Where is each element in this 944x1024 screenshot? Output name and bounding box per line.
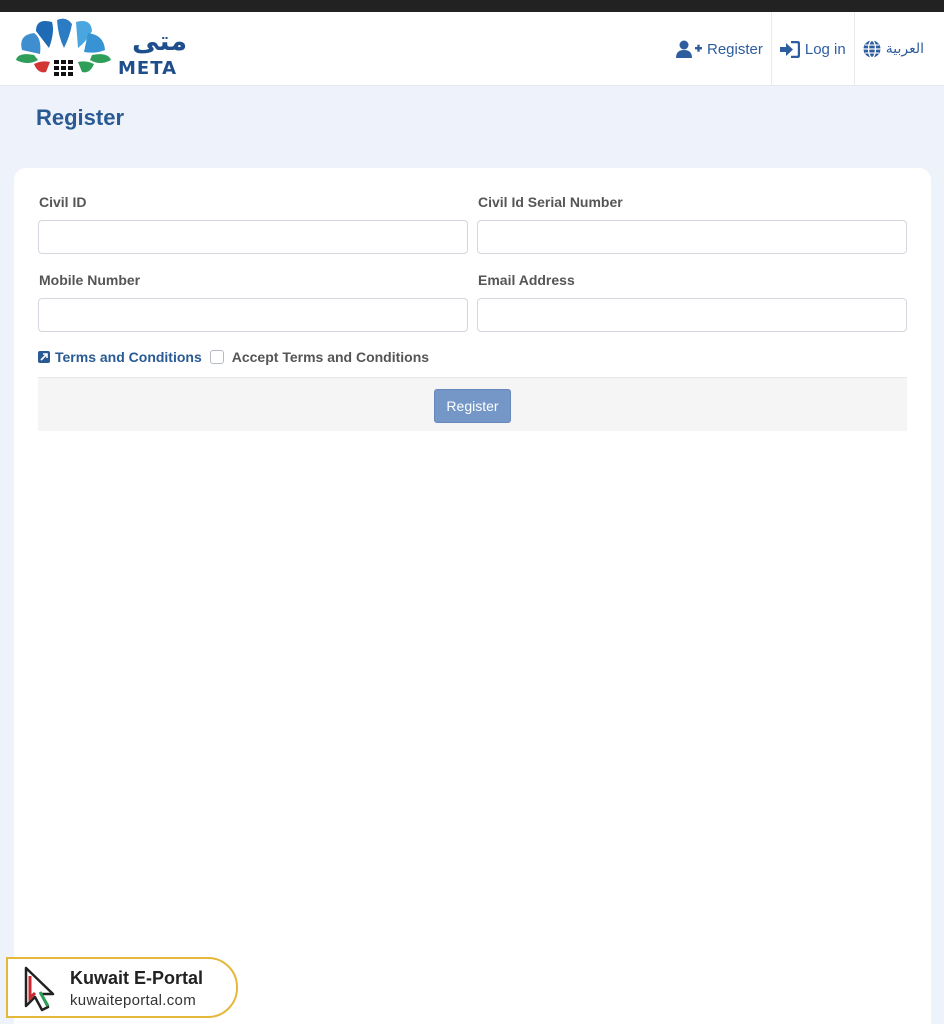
registration-form-card: Civil ID Civil Id Serial Number Mobile N…: [14, 168, 931, 1024]
nav-login-link[interactable]: Log in: [770, 12, 854, 86]
form-actions-bar: Register: [38, 377, 907, 431]
page-title-bar: Register: [0, 86, 944, 152]
logo-english-text: META: [118, 58, 178, 79]
meta-logo[interactable]: متى META: [14, 18, 189, 80]
accept-terms-checkbox[interactable]: Accept Terms and Conditions: [209, 349, 430, 365]
terms-row: Terms and Conditions Accept Terms and Co…: [38, 349, 429, 365]
site-header: متى META Register Log in العربية: [0, 12, 944, 86]
user-plus-icon: [676, 40, 702, 58]
watermark-title: Kuwait E-Portal: [70, 968, 204, 988]
sign-in-icon: [779, 40, 800, 58]
browser-top-strip: [0, 0, 944, 12]
checkbox-box[interactable]: [209, 350, 224, 364]
serial-number-label: Civil Id Serial Number: [478, 194, 623, 210]
serial-number-input[interactable]: [477, 220, 907, 254]
kuwait-eportal-watermark: Kuwait E-Portal kuwaiteportal.com: [6, 957, 238, 1018]
civil-id-input[interactable]: [38, 220, 468, 254]
nav-login-label: Log in: [804, 40, 846, 58]
civil-id-label: Civil ID: [39, 194, 87, 210]
nav-register-link[interactable]: Register: [668, 12, 771, 86]
nav-language-label: العربية: [885, 41, 924, 57]
register-submit-button[interactable]: Register: [434, 389, 511, 423]
cursor-logo-icon: [24, 966, 55, 1012]
globe-icon: [863, 40, 881, 58]
nav-register-label: Register: [707, 40, 763, 58]
top-nav: Register Log in العربية: [668, 12, 944, 86]
page-title: Register: [36, 105, 125, 130]
logo-arabic-text: متى: [132, 26, 188, 57]
accept-terms-label: Accept Terms and Conditions: [231, 349, 430, 365]
watermark-url: kuwaiteportal.com: [70, 992, 196, 1009]
email-address-input[interactable]: [477, 298, 907, 332]
external-link-icon: [38, 351, 50, 363]
terms-link-label: Terms and Conditions: [55, 349, 202, 365]
nav-language-link[interactable]: العربية: [853, 12, 944, 86]
email-address-label: Email Address: [478, 272, 575, 288]
mobile-number-input[interactable]: [38, 298, 468, 332]
logo-emblem-icon: [16, 18, 111, 76]
mobile-number-label: Mobile Number: [39, 272, 141, 288]
terms-link[interactable]: Terms and Conditions: [38, 349, 202, 365]
